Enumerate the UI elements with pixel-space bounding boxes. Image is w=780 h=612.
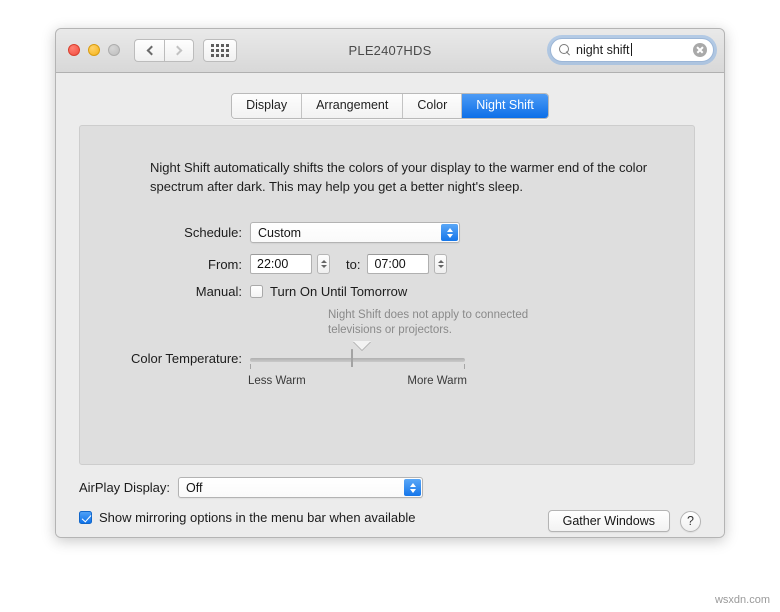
search-input[interactable]: night shift xyxy=(576,43,693,57)
schedule-value: Custom xyxy=(258,225,302,240)
watermark: wsxdn.com xyxy=(714,594,770,606)
schedule-label: Schedule: xyxy=(184,225,242,240)
slider-tick-max xyxy=(464,364,465,369)
night-shift-description: Night Shift automatically shifts the col… xyxy=(150,160,648,194)
search-container: night shift xyxy=(550,38,714,62)
tab-display[interactable]: Display xyxy=(232,94,303,118)
tab-bar: Display Arrangement Color Night Shift xyxy=(56,93,724,119)
slider-tick-min xyxy=(250,364,251,369)
color-temperature-slider[interactable]: Less Warm More Warm xyxy=(248,341,467,392)
from-label: From: xyxy=(208,256,242,272)
popup-arrows-icon xyxy=(441,224,458,241)
show-mirroring-label: Show mirroring options in the menu bar w… xyxy=(99,510,416,525)
turn-on-until-tomorrow-label: Turn On Until Tomorrow xyxy=(270,284,408,299)
help-button[interactable]: ? xyxy=(680,510,701,532)
search-icon xyxy=(559,44,571,56)
popup-arrows-icon xyxy=(404,479,422,496)
tab-arrangement[interactable]: Arrangement xyxy=(302,94,404,118)
color-temperature-row: Color Temperature: Less Warm More Warm xyxy=(80,341,694,392)
from-time-stepper[interactable] xyxy=(317,254,330,274)
screen-root: PLE2407HDS night shift Display Arrangeme… xyxy=(0,0,780,612)
search-field[interactable]: night shift xyxy=(550,38,714,62)
tab-night-shift[interactable]: Night Shift xyxy=(462,94,548,118)
to-time-stepper[interactable] xyxy=(434,254,448,274)
manual-row: Manual: Turn On Until Tomorrow xyxy=(80,284,694,299)
text-caret xyxy=(630,43,632,57)
window-body: Display Arrangement Color Night Shift Ni… xyxy=(56,73,724,537)
search-value: night shift xyxy=(576,43,630,58)
tab-color[interactable]: Color xyxy=(403,94,463,118)
to-label: to: xyxy=(346,256,361,272)
gather-windows-button[interactable]: Gather Windows xyxy=(547,510,670,532)
window-titlebar: PLE2407HDS night shift xyxy=(56,29,724,73)
schedule-popup-button[interactable]: Custom xyxy=(250,222,460,243)
turn-on-until-tomorrow-checkbox[interactable] xyxy=(250,285,263,298)
airplay-row: AirPlay Display: Off xyxy=(79,477,424,498)
airplay-popup-button[interactable]: Off xyxy=(178,477,424,498)
system-preferences-window: PLE2407HDS night shift Display Arrangeme… xyxy=(55,28,725,538)
night-shift-panel: Night Shift automatically shifts the col… xyxy=(79,125,695,465)
mirroring-row: Show mirroring options in the menu bar w… xyxy=(79,510,416,525)
slider-max-label: More Warm xyxy=(407,375,467,387)
color-temperature-label: Color Temperature: xyxy=(130,351,242,366)
to-time-field[interactable]: 07:00 xyxy=(367,254,430,274)
from-time-field[interactable]: 22:00 xyxy=(250,254,312,274)
slider-min-label: Less Warm xyxy=(248,375,306,387)
clear-search-icon[interactable] xyxy=(693,43,707,57)
slider-thumb[interactable] xyxy=(351,341,371,368)
manual-label: Manual: xyxy=(195,284,242,299)
footer-button-row: Gather Windows ? xyxy=(547,510,701,532)
tab-group: Display Arrangement Color Night Shift xyxy=(231,93,549,119)
show-mirroring-checkbox[interactable] xyxy=(79,511,92,524)
schedule-row: Schedule: Custom xyxy=(80,222,694,243)
schedule-time-row: From: 22:00 to: 07:00 xyxy=(80,254,694,274)
airplay-value: Off xyxy=(186,480,203,495)
airplay-label: AirPlay Display: xyxy=(79,480,171,495)
night-shift-hint: Night Shift does not apply to connected … xyxy=(328,309,529,336)
